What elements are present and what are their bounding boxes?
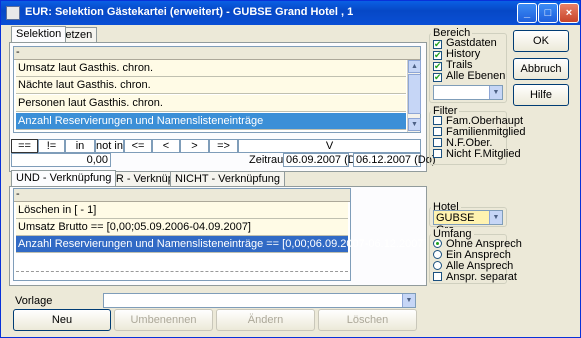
op-equal-button[interactable]: == [11,139,38,153]
zeitraum-to-field[interactable]: 06.12.2007 (Do) [353,153,436,167]
chevron-down-icon[interactable]: ▼ [489,211,502,224]
tab-und[interactable]: UND - Verknüpfung [11,170,117,186]
chevron-down-icon[interactable]: ▼ [489,86,502,99]
aendern-button[interactable]: Ändern [216,309,315,331]
list-header: - [14,47,420,60]
checkbox-nicht-f-mitglied[interactable]: Nicht F.Mitglied [433,149,521,160]
op-in-button[interactable]: in [65,139,95,153]
minimize-button[interactable]: _ [517,3,537,23]
list-item[interactable]: Löschen in [ - 1] [16,202,348,219]
scroll-up-icon[interactable]: ▲ [408,60,421,73]
condition-list[interactable]: - Löschen in [ - 1] Umsatz Brutto == [0,… [13,188,427,281]
checkbox-icon [433,149,442,158]
selection-list[interactable]: - Umsatz laut Gasthis. chron. Nächte lau… [13,46,421,133]
scrollbar[interactable]: ▲ ▼ [407,60,421,132]
ok-button[interactable]: OK [513,30,569,52]
op-ge-button[interactable]: => [209,139,238,153]
checkmark-icon: ✔ [433,72,442,82]
zeitraum-from-field[interactable]: 06.09.2007 (Do) [283,153,366,167]
vorlage-combo[interactable]: ▼ [103,293,416,308]
list-item[interactable]: Personen laut Gasthis. chron. [16,95,406,112]
checkmark-icon: ✔ [433,39,442,49]
checkbox-icon [433,272,442,281]
checkbox-anspr-separat[interactable]: Anspr. separat [433,272,517,283]
maximize-button[interactable]: □ [538,3,558,23]
abbruch-button[interactable]: Abbruch [513,58,569,80]
app-icon [6,6,20,20]
checkbox-icon [433,116,442,125]
checkbox-alle-ebenen[interactable]: ✔ Alle Ebenen [433,71,505,82]
checkbox-icon [433,138,442,147]
list-item-selected[interactable]: Anzahl Reservierungen und Namenslistenei… [16,236,427,253]
umbenennen-button[interactable]: Umbenennen [114,309,213,331]
op-notequal-button[interactable]: != [38,139,65,153]
hotel-combo[interactable]: GUBSE Gra... ▼ [433,210,503,236]
value-field[interactable]: 0,00 [11,153,111,167]
op-gt-button[interactable]: > [180,139,209,153]
title-bar[interactable]: EUR: Selektion Gästekartei (erweitert) -… [1,1,580,25]
checkbox-icon [433,127,442,136]
vorlage-label: Vorlage [15,295,53,307]
loeschen-button[interactable]: Löschen [318,309,417,331]
window-title: EUR: Selektion Gästekartei (erweitert) -… [25,6,354,18]
close-button[interactable]: × [559,3,579,23]
bereich-combo[interactable]: ▼ [433,85,503,100]
hilfe-button[interactable]: Hilfe [513,84,569,106]
value-dropdown-button[interactable]: V [238,139,421,153]
checkmark-icon: ✔ [433,50,442,60]
chevron-down-icon[interactable]: ▼ [402,294,415,307]
list-item-selected[interactable]: Anzahl Reservierungen und Namenslistenei… [16,113,406,130]
list-item[interactable]: Umsatz laut Gasthis. chron. [16,60,406,77]
dialog-window: EUR: Selektion Gästekartei (erweitert) -… [0,0,581,338]
checkmark-icon: ✔ [433,61,442,71]
neu-button[interactable]: Neu [13,309,111,331]
list-item[interactable]: Umsatz Brutto == [0,00;05.09.2006-04.09.… [16,219,348,236]
op-notin-button[interactable]: not in [95,139,124,153]
scroll-down-icon[interactable]: ▼ [408,118,421,131]
tab-selektion[interactable]: Selektion [11,26,67,42]
radio-icon [433,261,442,270]
radio-selected-icon [433,239,442,248]
op-lt-button[interactable]: < [152,139,180,153]
op-le-button[interactable]: <= [124,139,152,153]
scroll-thumb[interactable] [408,74,421,114]
radio-icon [433,250,442,259]
list-header: - [14,189,350,202]
list-separator [16,271,348,272]
tab-nicht[interactable]: NICHT - Verknüpfung [170,171,285,187]
list-item[interactable]: Nächte laut Gasthis. chron. [16,77,406,94]
